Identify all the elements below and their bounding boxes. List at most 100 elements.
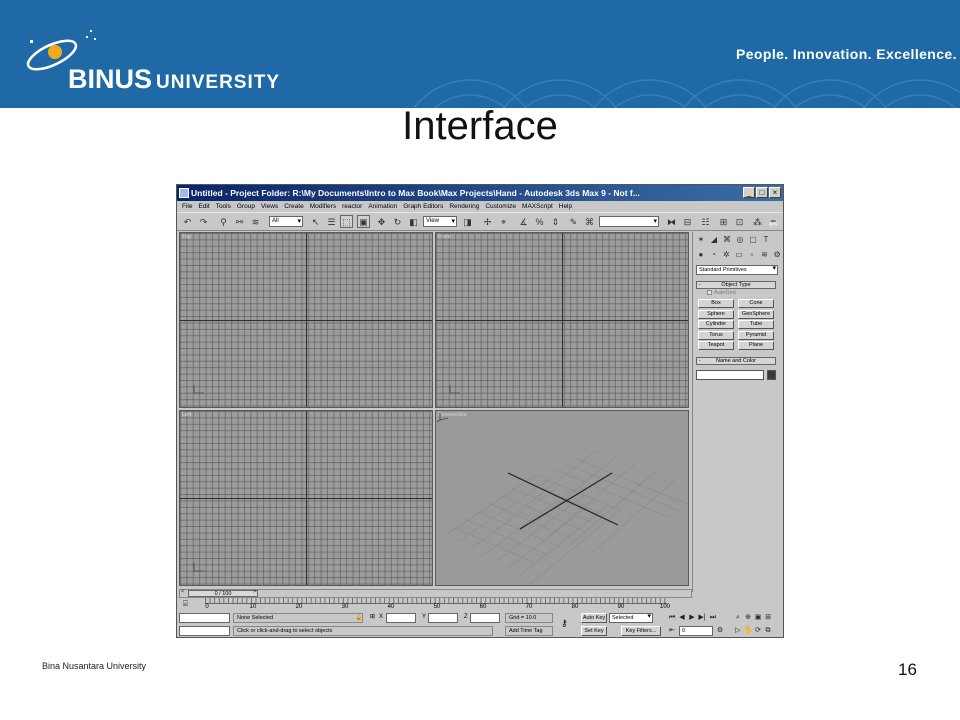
play-icon[interactable]: ▶ [687, 613, 697, 623]
layer-manager-icon[interactable]: ☷ [699, 215, 712, 228]
systems-icon[interactable]: ⚙ [771, 249, 783, 261]
object-type-rollout[interactable]: - Object Type [696, 281, 776, 289]
close-button[interactable]: × [769, 187, 781, 198]
hierarchy-tab-icon[interactable]: ⌘ [721, 234, 733, 246]
cone-button[interactable]: Cone [738, 299, 774, 308]
absolute-mode-icon[interactable]: ⊞ [370, 613, 375, 620]
cameras-icon[interactable]: ▭ [733, 249, 745, 261]
unlink-icon[interactable]: ⚯ [233, 215, 246, 228]
sphere-button[interactable]: Sphere [698, 310, 734, 319]
minimize-button[interactable]: _ [743, 187, 755, 198]
pyramid-button[interactable]: Pyramid [738, 331, 774, 340]
snaps-toggle-icon[interactable]: ⌖ [497, 215, 510, 228]
select-by-name-icon[interactable]: ☰ [325, 215, 338, 228]
edit-named-selection-icon[interactable]: ⌘ [583, 215, 596, 228]
key-mode-toggle-icon[interactable]: ⇤ [667, 626, 677, 636]
named-selection-icon[interactable]: ✎ [567, 215, 580, 228]
viewport-label[interactable]: Front [438, 234, 451, 240]
undo-icon[interactable]: ↶ [181, 215, 194, 228]
scale-icon[interactable]: ◧ [407, 215, 420, 228]
key-icon[interactable]: ⚷ [561, 618, 568, 629]
app-icon[interactable] [179, 188, 189, 198]
spinner-snap-icon[interactable]: ⇕ [549, 215, 562, 228]
bind-space-warp-icon[interactable]: ≋ [249, 215, 262, 228]
prev-frame-arrow-icon[interactable]: < [181, 589, 185, 595]
time-slider-thumb[interactable]: 0 / 100 [188, 590, 258, 597]
selection-filter-dropdown[interactable]: All [269, 216, 303, 227]
menu-group[interactable]: Group [237, 201, 255, 212]
autogrid-checkbox[interactable]: AutoGrid [707, 290, 736, 296]
z-coordinate-input[interactable] [470, 613, 500, 623]
category-dropdown[interactable]: Standard Primitives [696, 265, 778, 275]
mini-curve-editor-icon[interactable]: ⌸ [183, 599, 188, 609]
maximize-button[interactable]: □ [756, 187, 768, 198]
auto-key-button[interactable]: Auto Key [581, 613, 607, 623]
object-color-swatch[interactable] [767, 370, 776, 380]
viewport-top[interactable]: Top [179, 232, 433, 408]
helpers-icon[interactable]: ▫ [746, 249, 758, 261]
menu-create[interactable]: Create [284, 201, 304, 212]
select-link-icon[interactable]: ⚲ [217, 215, 230, 228]
create-tab-icon[interactable]: ✶ [695, 234, 707, 246]
next-frame-icon[interactable]: ▶| [697, 613, 707, 623]
viewport-label[interactable]: Left [182, 412, 191, 418]
go-to-start-icon[interactable]: ⏮ [667, 613, 677, 623]
menu-tools[interactable]: Tools [216, 201, 231, 212]
angle-snap-icon[interactable]: ∡ [517, 215, 530, 228]
plane-button[interactable]: Plane [738, 341, 774, 350]
menu-views[interactable]: Views [261, 201, 278, 212]
menu-customize[interactable]: Customize [485, 201, 516, 212]
rectangular-selection-icon[interactable]: ⬚ [340, 215, 353, 228]
name-color-rollout[interactable]: - Name and Color [696, 357, 776, 365]
percent-snap-icon[interactable]: % [533, 215, 546, 228]
zoom-extents-all-icon[interactable]: ⊞ [763, 613, 773, 623]
rotate-icon[interactable]: ↻ [391, 215, 404, 228]
pivot-center-icon[interactable]: ◨ [461, 215, 474, 228]
maximize-viewport-icon[interactable]: ⧉ [763, 626, 773, 636]
mirror-icon[interactable]: ⧓ [665, 215, 678, 228]
maxscript-listener-bottom[interactable] [179, 626, 230, 636]
menu-graph-editors[interactable]: Graph Editors [403, 201, 443, 212]
zoom-all-icon[interactable]: ⊕ [743, 613, 753, 623]
key-filters-button[interactable]: Key Filters... [621, 626, 661, 636]
set-key-button[interactable]: Set Key [581, 626, 607, 636]
viewport-front[interactable]: Front [435, 232, 689, 408]
select-manipulate-icon[interactable]: ✢ [481, 215, 494, 228]
time-configuration-icon[interactable]: ⚙ [715, 626, 725, 636]
menu-help[interactable]: Help [559, 201, 572, 212]
geometry-icon[interactable]: ● [695, 249, 707, 261]
pan-icon[interactable]: ✋ [743, 626, 753, 636]
tube-button[interactable]: Tube [738, 320, 774, 329]
torus-button[interactable]: Torus [698, 331, 734, 340]
menu-animation[interactable]: Animation [368, 201, 397, 212]
box-button[interactable]: Box [698, 299, 734, 308]
menu-modifiers[interactable]: Modifiers [310, 201, 336, 212]
current-frame-input[interactable]: 0 [679, 626, 713, 636]
next-frame-arrow-icon[interactable]: > [253, 589, 257, 595]
track-bar[interactable]: ⌸ 0 10 20 30 40 50 60 70 80 90 100 [179, 598, 783, 611]
menu-rendering[interactable]: Rendering [449, 201, 479, 212]
modify-tab-icon[interactable]: ◢ [708, 234, 720, 246]
window-crossing-icon[interactable]: ▣ [357, 215, 370, 228]
field-of-view-icon[interactable]: ▷ [733, 626, 743, 636]
add-time-tag-button[interactable]: Add Time Tag [505, 626, 553, 636]
motion-tab-icon[interactable]: ◎ [734, 234, 746, 246]
lock-icon[interactable]: 🔒 [355, 614, 362, 621]
x-coordinate-input[interactable] [386, 613, 416, 623]
viewport-label[interactable]: Top [182, 234, 191, 240]
viewport-perspective[interactable]: Perspective [435, 410, 689, 586]
time-slider[interactable]: < 0 / 100 > [179, 589, 692, 598]
lights-icon[interactable]: ✲ [720, 249, 732, 261]
menu-reactor[interactable]: reactor [342, 201, 362, 212]
named-selection-sets-dropdown[interactable] [599, 216, 659, 227]
window-titlebar[interactable]: Untitled - Project Folder: R:\My Documen… [177, 185, 783, 201]
space-warps-icon[interactable]: ≋ [759, 249, 771, 261]
menu-file[interactable]: File [182, 201, 192, 212]
redo-icon[interactable]: ↷ [197, 215, 210, 228]
align-icon[interactable]: ⊟ [681, 215, 694, 228]
zoom-icon[interactable]: ⌕ [733, 613, 743, 623]
render-scene-icon[interactable]: ☕ [767, 215, 780, 228]
utilities-tab-icon[interactable]: T [760, 234, 772, 246]
move-icon[interactable]: ✥ [375, 215, 388, 228]
maxscript-listener-top[interactable] [179, 613, 230, 623]
